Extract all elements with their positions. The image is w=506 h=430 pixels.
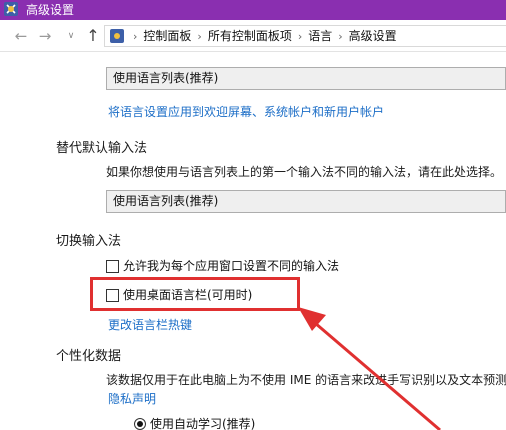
privacy-statement-link[interactable]: 隐私声明: [108, 390, 156, 407]
auto-learn-radio-label: 使用自动学习(推荐): [150, 417, 256, 430]
radio-selected-dot: [137, 421, 143, 427]
override-input-description: 如果你想使用与语言列表上的第一个输入法不同的输入法，请在此处选择。: [106, 165, 503, 179]
auto-learn-radio[interactable]: [134, 418, 146, 430]
breadcrumb-separator: ›: [297, 30, 303, 43]
personalization-description: 该数据仅用于在此电脑上为不使用 IME 的语言来改进手写识别以及文本预测: [106, 373, 506, 387]
annotation-highlight-box: [90, 277, 300, 311]
override-input-dropdown[interactable]: 使用语言列表(推荐): [106, 190, 506, 213]
back-arrow-icon[interactable]: ←: [12, 26, 30, 46]
per-app-input-checkbox-row[interactable]: 允许我为每个应用窗口设置不同的输入法: [106, 258, 346, 274]
display-language-dropdown[interactable]: 使用语言列表(推荐): [106, 67, 506, 90]
title-bar: 高级设置: [0, 0, 506, 20]
window-title: 高级设置: [26, 3, 75, 17]
settings-content: 使用语言列表(推荐) 将语言设置应用到欢迎屏幕、系统帐户和新用户帐户 替代默认输…: [0, 53, 506, 430]
breadcrumb: › 控制面板 › 所有控制面板项 › 语言 › 高级设置: [127, 26, 397, 46]
recent-locations-dropdown-icon[interactable]: ∨: [62, 26, 80, 46]
apply-language-settings-link[interactable]: 将语言设置应用到欢迎屏幕、系统帐户和新用户帐户: [108, 103, 384, 120]
override-input-heading: 替代默认输入法: [56, 141, 148, 156]
breadcrumb-advanced-settings[interactable]: 高级设置: [349, 29, 397, 43]
breadcrumb-all-items[interactable]: 所有控制面板项: [208, 29, 292, 43]
breadcrumb-separator: ›: [133, 30, 138, 43]
control-panel-icon: [110, 29, 124, 43]
personalization-heading: 个性化数据: [56, 349, 122, 364]
forward-arrow-icon[interactable]: →: [36, 26, 54, 46]
navigation-bar: ← → ∨ ↑ › 控制面板 › 所有控制面板项 › 语言 › 高级设置: [0, 20, 506, 52]
per-app-input-checkbox-label: 允许我为每个应用窗口设置不同的输入法: [123, 259, 340, 273]
change-language-bar-hotkeys-link[interactable]: 更改语言栏热键: [108, 316, 192, 333]
control-panel-icon: [4, 2, 18, 16]
per-app-input-checkbox[interactable]: [106, 260, 119, 273]
breadcrumb-language[interactable]: 语言: [308, 29, 332, 43]
up-arrow-icon[interactable]: ↑: [84, 26, 102, 46]
address-bar[interactable]: › 控制面板 › 所有控制面板项 › 语言 › 高级设置: [104, 25, 506, 47]
breadcrumb-separator: ›: [197, 30, 202, 43]
switch-input-heading: 切换输入法: [56, 234, 122, 249]
breadcrumb-control-panel[interactable]: 控制面板: [143, 29, 191, 43]
breadcrumb-separator: ›: [338, 30, 343, 43]
